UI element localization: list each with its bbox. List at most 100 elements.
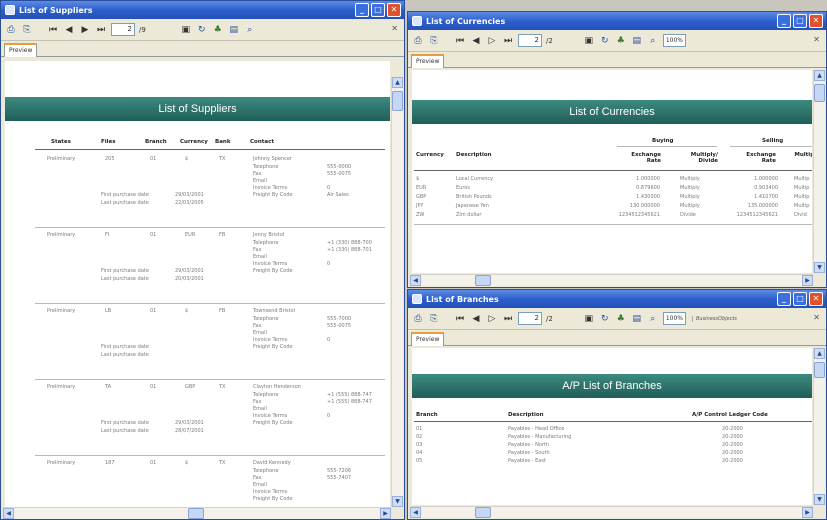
horizontal-scrollbar[interactable]: ◀ ▶ (3, 507, 391, 519)
next-page-icon[interactable]: ▶ (79, 24, 91, 36)
page-number-input[interactable]: 2 (518, 34, 542, 47)
horizontal-scrollbar[interactable]: ◀ ▶ (410, 274, 813, 286)
column-header: Multiply/ Divide (690, 152, 718, 164)
supplier-branch: 01 (150, 460, 157, 466)
search-icon[interactable]: ⌕ (647, 313, 659, 325)
scroll-left-icon[interactable]: ◀ (3, 508, 14, 519)
currencies-titlebar[interactable]: List of Currencies _ □ ✕ (408, 12, 826, 30)
last-page-icon[interactable]: ⏭ (95, 24, 107, 36)
contact-value: +1 (330) 888-700 (327, 240, 372, 246)
group-tree-icon[interactable]: ♣ (615, 35, 627, 47)
search-icon[interactable]: ⌕ (647, 35, 659, 47)
scroll-right-icon[interactable]: ▶ (802, 507, 813, 518)
prev-page-icon[interactable]: ◀ (63, 24, 75, 36)
horizontal-scrollbar[interactable]: ◀ ▶ (410, 506, 813, 518)
prev-page-icon[interactable]: ◀ (470, 313, 482, 325)
vertical-scrollbar[interactable]: ▲ ▼ (391, 77, 403, 507)
close-view-icon[interactable]: ▣ (180, 24, 192, 36)
close-button[interactable]: ✕ (809, 292, 823, 306)
close-button[interactable]: ✕ (809, 14, 823, 28)
tab-preview[interactable]: Preview (4, 43, 38, 57)
page-number-input[interactable]: 2 (111, 23, 135, 36)
scroll-down-icon[interactable]: ▼ (814, 494, 825, 505)
print-icon[interactable]: ⎙ (412, 35, 424, 47)
scroll-up-icon[interactable]: ▲ (814, 348, 825, 359)
prev-page-icon[interactable]: ◀ (470, 35, 482, 47)
sell-exchange-rate: 1234512345621 (736, 212, 778, 218)
next-page-icon[interactable]: ▷ (486, 35, 498, 47)
scroll-down-icon[interactable]: ▼ (814, 262, 825, 273)
print-setup-icon[interactable]: ⎘ (21, 24, 33, 36)
contact-label: Fax (253, 323, 262, 329)
refresh-icon[interactable]: ↻ (599, 313, 611, 325)
last-page-icon[interactable]: ⏭ (502, 313, 514, 325)
sell-multiply-divide: Multip (794, 203, 810, 209)
contact-label: Invoice Terms (253, 489, 288, 495)
buy-exchange-rate: 0.879600 (636, 185, 660, 191)
scroll-thumb[interactable] (814, 84, 825, 102)
first-page-icon[interactable]: ⏮ (454, 313, 466, 325)
export-icon[interactable]: ▤ (631, 313, 643, 325)
supplier-file: 205 (105, 156, 115, 162)
scroll-thumb-h[interactable] (475, 275, 491, 286)
tab-preview[interactable]: Preview (411, 54, 445, 68)
column-header: A/P Control Ledger Code (692, 412, 768, 418)
close-view-icon[interactable]: ▣ (583, 35, 595, 47)
close-report-icon[interactable]: ✕ (813, 313, 820, 322)
scroll-left-icon[interactable]: ◀ (410, 507, 421, 518)
group-tree-icon[interactable]: ♣ (615, 313, 627, 325)
zoom-select[interactable]: 100% (662, 34, 686, 47)
next-page-icon[interactable]: ▷ (486, 313, 498, 325)
scroll-thumb-h[interactable] (188, 508, 204, 519)
scroll-right-icon[interactable]: ▶ (380, 508, 391, 519)
minimize-button[interactable]: _ (777, 14, 791, 28)
sell-exchange-rate: 0.903400 (754, 185, 778, 191)
minimize-button[interactable]: _ (777, 292, 791, 306)
scroll-thumb[interactable] (814, 362, 825, 378)
window-title: List of Currencies (426, 16, 506, 26)
refresh-icon[interactable]: ↻ (599, 35, 611, 47)
refresh-icon[interactable]: ↻ (196, 24, 208, 36)
supplier-currency: $ (185, 308, 189, 314)
supplier-branch: 01 (150, 384, 157, 390)
maximize-button[interactable]: □ (371, 3, 385, 17)
group-tree-icon[interactable]: ♣ (212, 24, 224, 36)
close-report-icon[interactable]: ✕ (391, 24, 398, 33)
close-view-icon[interactable]: ▣ (583, 313, 595, 325)
last-page-icon[interactable]: ⏭ (502, 35, 514, 47)
scroll-up-icon[interactable]: ▲ (392, 77, 403, 88)
print-setup-icon[interactable]: ⎘ (428, 313, 440, 325)
branches-titlebar[interactable]: List of Branches _ □ ✕ (408, 290, 826, 308)
page-number-input[interactable]: 2 (518, 312, 542, 325)
contact-label: Email (253, 330, 267, 336)
close-report-icon[interactable]: ✕ (813, 35, 820, 44)
sell-multiply-divide: Divid (794, 212, 807, 218)
zoom-select[interactable]: 100% (662, 312, 686, 325)
scroll-down-icon[interactable]: ▼ (392, 496, 403, 507)
vertical-scrollbar[interactable]: ▲ ▼ (813, 70, 825, 273)
print-icon[interactable]: ⎙ (5, 24, 17, 36)
export-icon[interactable]: ▤ (228, 24, 240, 36)
print-icon[interactable]: ⎙ (412, 313, 424, 325)
export-icon[interactable]: ▤ (631, 35, 643, 47)
maximize-button[interactable]: □ (793, 14, 807, 28)
suppliers-titlebar[interactable]: List of Suppliers _ □ ✕ (1, 1, 404, 19)
first-page-icon[interactable]: ⏮ (454, 35, 466, 47)
search-icon[interactable]: ⌕ (244, 24, 256, 36)
scroll-thumb-h[interactable] (475, 507, 491, 518)
vertical-scrollbar[interactable]: ▲ ▼ (813, 348, 825, 505)
first-page-icon[interactable]: ⏮ (47, 24, 59, 36)
tab-preview[interactable]: Preview (411, 332, 445, 346)
scroll-right-icon[interactable]: ▶ (802, 275, 813, 286)
print-setup-icon[interactable]: ⎘ (428, 35, 440, 47)
supplier-state: Preliminary (47, 232, 76, 238)
close-button[interactable]: ✕ (387, 3, 401, 17)
scroll-thumb[interactable] (392, 91, 403, 111)
contact-value: +1 (555) 888-747 (327, 392, 372, 398)
scroll-up-icon[interactable]: ▲ (814, 70, 825, 81)
report-title: A/P List of Branches (412, 374, 812, 398)
minimize-button[interactable]: _ (355, 3, 369, 17)
maximize-button[interactable]: □ (793, 292, 807, 306)
scroll-left-icon[interactable]: ◀ (410, 275, 421, 286)
supplier-bank: TX (219, 460, 226, 466)
